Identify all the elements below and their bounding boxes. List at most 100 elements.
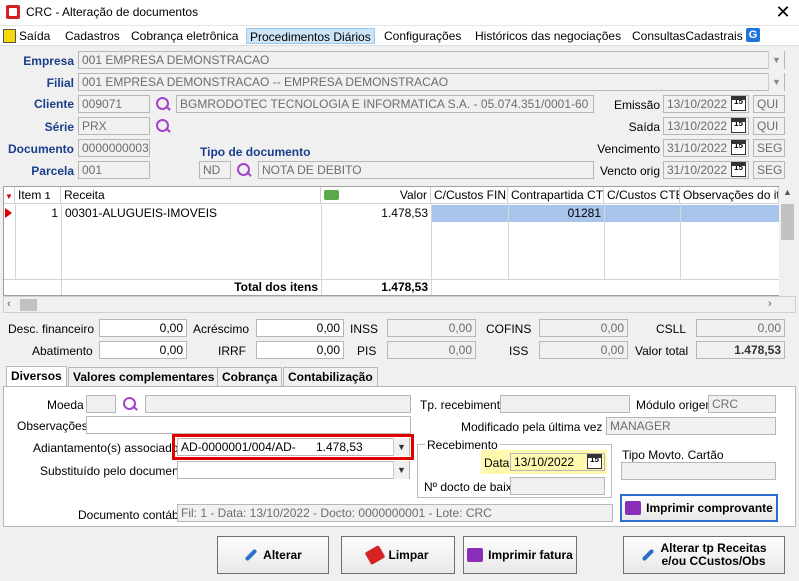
close-icon[interactable]: ✕ bbox=[772, 1, 794, 23]
imprimir-comprovante-button[interactable]: Imprimir comprovante bbox=[620, 494, 778, 522]
limpar-button[interactable]: Limpar bbox=[341, 536, 455, 574]
chevron-down-icon[interactable]: ▼ bbox=[768, 73, 784, 91]
search-icon[interactable] bbox=[236, 162, 252, 178]
title-bar: CRC - Alteração de documentos ✕ bbox=[0, 0, 799, 26]
grid-vertical-scrollbar[interactable]: ▲ bbox=[779, 186, 796, 296]
grid-col-ccustos-ctb[interactable]: C/Custos CTB bbox=[604, 187, 680, 204]
search-icon[interactable] bbox=[122, 396, 138, 412]
tab-strip: Diversos Valores complementares Cobrança… bbox=[3, 366, 796, 387]
menu-configuracoes[interactable]: Configurações bbox=[381, 28, 464, 44]
cell-contrapartida: 01281 bbox=[509, 205, 604, 222]
pis-label: PIS bbox=[357, 344, 377, 358]
observacoes-field[interactable] bbox=[86, 416, 411, 434]
grid-col-observacoes[interactable]: Observações do item bbox=[680, 187, 779, 204]
grid-indicator-header: ▼ bbox=[4, 187, 15, 204]
grid-col-contrapartida[interactable]: Contrapartida CTB bbox=[508, 187, 604, 204]
items-grid[interactable]: ▼ Item 1 Receita Valor C/Custos FIN Cont… bbox=[3, 186, 796, 296]
filial-select[interactable]: 001 EMPRESA DEMONSTRACAO -- EMPRESA DEMO… bbox=[78, 73, 785, 91]
cell-observacoes bbox=[681, 205, 779, 222]
cliente-label: Cliente bbox=[33, 97, 74, 111]
data-label: Data bbox=[484, 456, 510, 470]
tipo-movto-cartao-field bbox=[621, 462, 776, 480]
exit-door-icon[interactable] bbox=[3, 29, 16, 43]
menu-procedimentos-diarios[interactable]: Procedimentos Diários bbox=[246, 28, 375, 44]
tab-valores-complementares[interactable]: Valores complementares bbox=[68, 367, 220, 387]
cell-ccustos-fin bbox=[432, 205, 508, 222]
imprimir-fatura-button[interactable]: Imprimir fatura bbox=[463, 536, 577, 574]
chevron-down-icon[interactable]: ▼ bbox=[393, 461, 409, 479]
serie-label: Série bbox=[44, 120, 74, 134]
menu-consultas-cadastrais[interactable]: ConsultasCadastrais bbox=[629, 28, 746, 44]
chevron-down-icon[interactable]: ▼ bbox=[393, 438, 409, 456]
doc-contabil-label: Documento contábil bbox=[78, 508, 185, 522]
sort-icon[interactable]: 1 bbox=[45, 191, 51, 202]
grid-horizontal-scrollbar[interactable]: ‹ › bbox=[3, 296, 796, 313]
substituido-select[interactable] bbox=[177, 461, 410, 479]
serie-field[interactable]: PRX bbox=[78, 117, 150, 135]
csll-field: 0,00 bbox=[696, 319, 785, 337]
scroll-thumb[interactable] bbox=[20, 299, 37, 311]
vencimento-label: Vencimento bbox=[597, 142, 660, 156]
calendar-icon[interactable]: 15 bbox=[731, 140, 746, 155]
alterar-button[interactable]: Alterar bbox=[217, 536, 329, 574]
search-icon[interactable] bbox=[155, 96, 171, 112]
total-itens-label: Total dos itens bbox=[234, 280, 318, 294]
cliente-code-field[interactable]: 009071 bbox=[78, 95, 150, 113]
acrescimo-label: Acréscimo bbox=[193, 322, 250, 336]
vencimento-day-field: SEG bbox=[753, 139, 785, 157]
adiantamento-select[interactable]: AD-0000001/004/AD- 1.478,53 bbox=[177, 438, 410, 456]
iss-label: ISS bbox=[509, 344, 529, 358]
tab-diversos[interactable]: Diversos bbox=[6, 366, 67, 387]
scroll-thumb[interactable] bbox=[781, 204, 794, 240]
desc-financeiro-field[interactable]: 0,00 bbox=[99, 319, 187, 337]
chevron-left-icon[interactable]: ‹ bbox=[7, 298, 11, 310]
search-icon[interactable] bbox=[155, 118, 171, 134]
vencto-orig-label: Vencto orig bbox=[599, 164, 660, 178]
grid-col-item[interactable]: Item 1 bbox=[15, 187, 61, 204]
g-icon[interactable]: G bbox=[746, 28, 760, 42]
calendar-icon[interactable]: 15 bbox=[731, 162, 746, 177]
table-row[interactable]: 1 00301-ALUGUEIS-IMOVEIS 1.478,53 01281 bbox=[5, 205, 779, 222]
csll-label: CSLL bbox=[656, 322, 687, 336]
cell-receita: 00301-ALUGUEIS-IMOVEIS bbox=[65, 206, 218, 220]
printer-icon bbox=[625, 501, 642, 515]
parcela-field[interactable]: 001 bbox=[78, 161, 150, 179]
abatimento-field[interactable]: 0,00 bbox=[99, 341, 187, 359]
chevron-right-icon[interactable]: › bbox=[768, 298, 772, 310]
tipo-doc-name-field: NOTA DE DEBITO bbox=[258, 161, 594, 179]
calendar-icon[interactable]: 15 bbox=[587, 454, 602, 469]
window-title: CRC - Alteração de documentos bbox=[26, 5, 199, 19]
saida-label: Saída bbox=[628, 120, 660, 134]
menu-cobranca-eletronica[interactable]: Cobrança eletrônica bbox=[128, 28, 241, 44]
abatimento-label: Abatimento bbox=[32, 344, 93, 358]
irrf-field[interactable]: 0,00 bbox=[256, 341, 344, 359]
chevron-up-icon[interactable]: ▲ bbox=[783, 187, 792, 197]
parcela-label: Parcela bbox=[31, 164, 74, 178]
grid-col-valor[interactable]: Valor bbox=[321, 187, 431, 204]
tab-contabilizacao[interactable]: Contabilização bbox=[283, 367, 378, 387]
documento-field[interactable]: 0000000003 bbox=[78, 139, 150, 157]
menu-saida[interactable]: Saída bbox=[16, 28, 53, 44]
moeda-code-field[interactable] bbox=[86, 395, 116, 413]
tab-cobranca[interactable]: Cobrança bbox=[217, 367, 283, 387]
cofins-label: COFINS bbox=[486, 322, 532, 336]
empresa-select[interactable]: 001 EMPRESA DEMONSTRACAO bbox=[78, 51, 785, 69]
documento-label: Documento bbox=[8, 142, 74, 156]
cell-item: 1 bbox=[51, 206, 58, 220]
eraser-icon bbox=[365, 544, 386, 566]
menu-historicos-negociacoes[interactable]: Históricos das negociações bbox=[472, 28, 624, 44]
modificado-label: Modificado pela última vez por bbox=[461, 420, 624, 434]
calendar-icon[interactable]: 15 bbox=[731, 96, 746, 111]
tipo-doc-code-field[interactable]: ND bbox=[199, 161, 231, 179]
app-icon bbox=[6, 5, 20, 19]
alterar-tp-receitas-button[interactable]: Alterar tp Receitas e/ou CCustos/Obs bbox=[623, 536, 785, 574]
chevron-down-icon[interactable]: ▼ bbox=[768, 51, 784, 69]
tipo-documento-label: Tipo de documento bbox=[200, 145, 311, 159]
acrescimo-field[interactable]: 0,00 bbox=[256, 319, 344, 337]
grid-col-receita[interactable]: Receita bbox=[61, 187, 321, 204]
cell-ccustos-ctb bbox=[605, 205, 680, 222]
menu-cadastros[interactable]: Cadastros bbox=[62, 28, 123, 44]
grid-col-ccustos-fin[interactable]: C/Custos FIN bbox=[431, 187, 508, 204]
calendar-icon[interactable]: 15 bbox=[731, 118, 746, 133]
observacoes-label: Observações bbox=[17, 419, 88, 433]
